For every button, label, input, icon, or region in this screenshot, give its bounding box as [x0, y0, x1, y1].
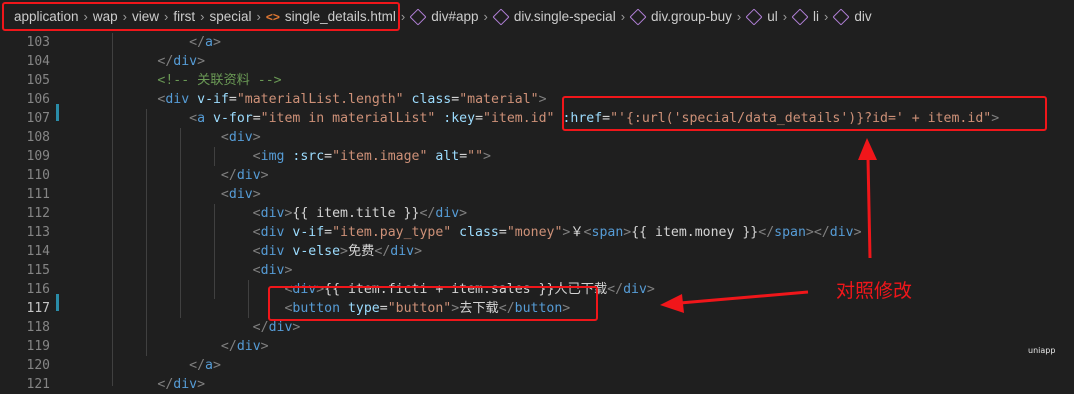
arrow-left-head — [660, 294, 684, 313]
arrow-up-head — [858, 138, 877, 160]
arrow-left-line — [679, 290, 809, 305]
annotation-note: 对照修改 — [836, 280, 913, 302]
arrow-up-line — [866, 157, 872, 259]
watermark-logo: uniapp — [1028, 346, 1056, 355]
annotation-arrows — [660, 138, 877, 313]
